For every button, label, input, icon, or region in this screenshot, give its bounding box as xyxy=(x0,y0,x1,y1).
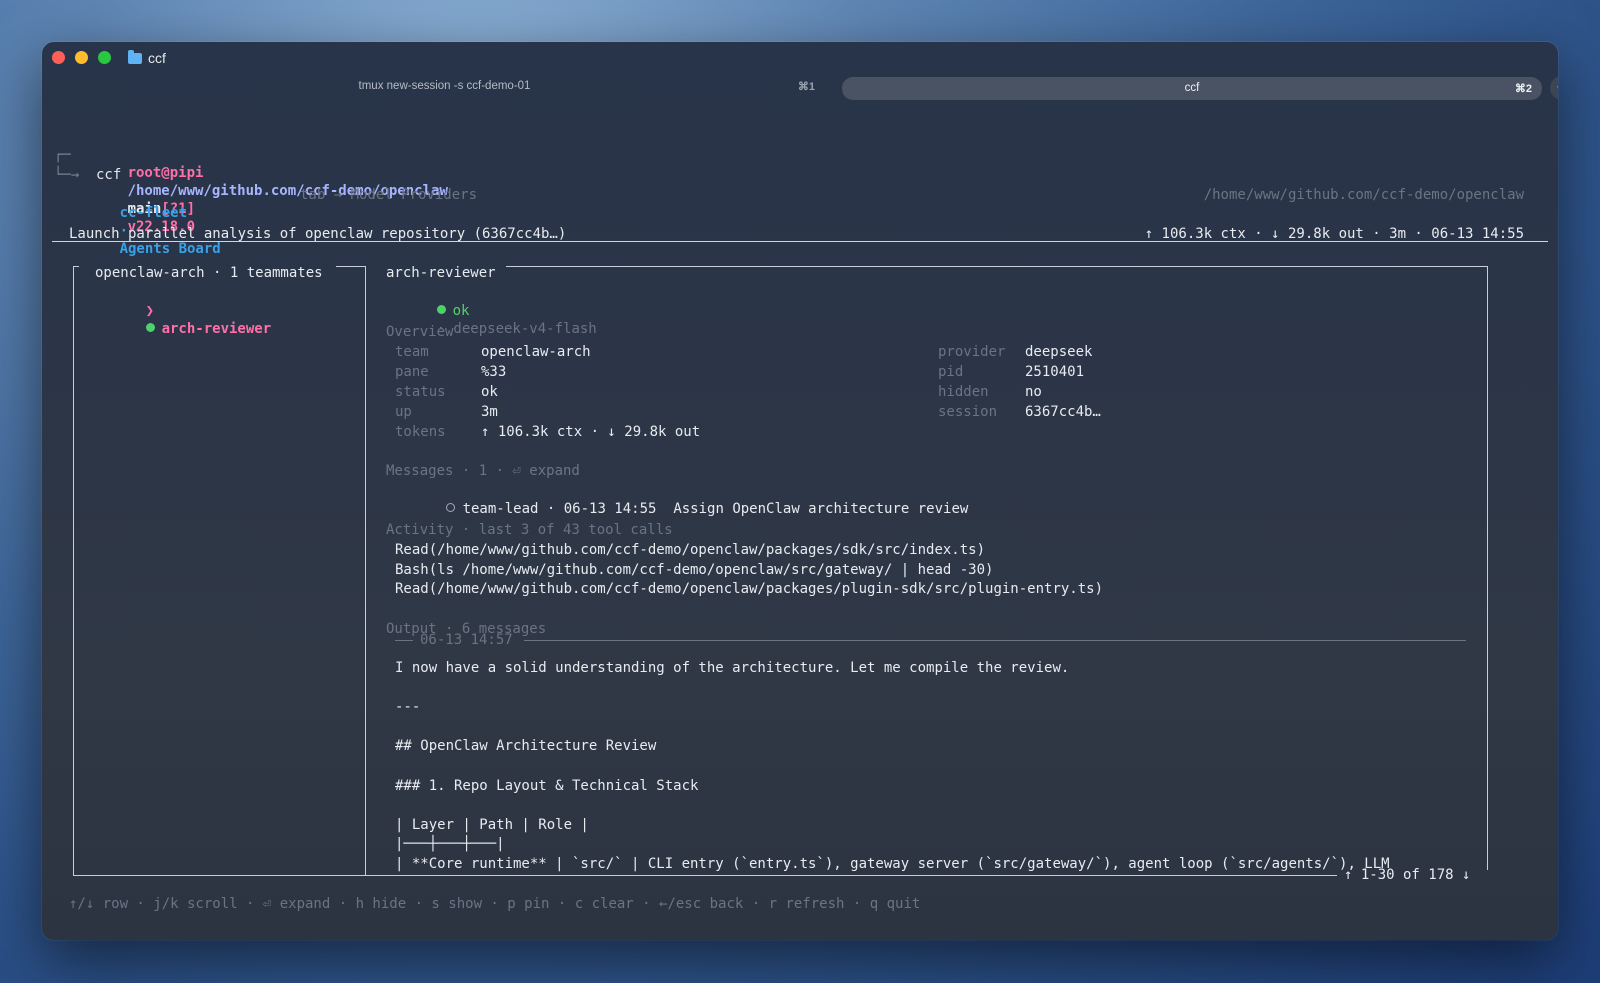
overview-value: 6367cc4b… xyxy=(1025,404,1101,420)
sidebar-border-left xyxy=(73,266,74,875)
terminal-window: ccf tmux new-session -s ccf-demo-01 ⌘1 c… xyxy=(42,42,1558,940)
zoom-button[interactable] xyxy=(98,51,111,64)
overview-value: ↑ 106.3k ctx · ↓ 29.8k out xyxy=(481,424,701,440)
status-dot-icon xyxy=(436,305,446,314)
activity-item: Bash(ls /home/www/github.com/ccf-demo/op… xyxy=(395,562,994,578)
overview-key: pane xyxy=(395,364,429,380)
prompt-corner-bottom: └─→ xyxy=(54,167,80,183)
tab-shortcut: ⌘1 xyxy=(797,81,815,93)
folder-icon xyxy=(128,49,142,64)
activity-item: Read(/home/www/github.com/ccf-demo/openc… xyxy=(395,581,1104,597)
tab-tmux[interactable]: tmux new-session -s ccf-demo-01 ⌘1 xyxy=(56,77,833,97)
sidebar-item-arch-reviewer[interactable]: ❯ arch-reviewer xyxy=(95,284,271,356)
sidebar-border-bottom xyxy=(73,875,365,876)
overview-value: 3m xyxy=(481,404,498,420)
detail-border-right xyxy=(1487,266,1488,870)
agent-status: ok xyxy=(452,303,470,319)
overview-key: tokens xyxy=(395,424,446,440)
prompt-corner-top: ┌─ xyxy=(54,147,71,163)
status-dot-icon xyxy=(145,323,155,332)
window-title: ccf xyxy=(128,49,166,66)
terminal-content[interactable]: ┌─ root@pipi /home/www/github.com/ccf-de… xyxy=(42,100,1558,940)
overview-value: %33 xyxy=(481,364,507,380)
output-timestamp: 06-13 14:57 xyxy=(420,632,513,648)
timestamp-rule xyxy=(395,640,413,641)
sidebar-border xyxy=(336,266,365,267)
keyboard-hints: ↑/↓ row · j/k scroll · ⏎ expand · h hide… xyxy=(69,896,921,912)
overview-key: hidden xyxy=(938,384,989,400)
agent-name: arch-reviewer xyxy=(161,321,272,337)
overview-key: status xyxy=(395,384,446,400)
overview-key: session xyxy=(938,404,998,420)
overview-heading: Overview xyxy=(386,324,454,340)
scroll-position: ↑ 1-30 of 178 ↓ xyxy=(1344,867,1471,883)
overview-key: team xyxy=(395,344,429,360)
pane-divider xyxy=(365,266,366,875)
close-button[interactable] xyxy=(52,51,65,64)
timestamp-rule xyxy=(524,640,1466,641)
tab-ccf[interactable]: ccf ⌘2 xyxy=(842,77,1542,100)
output-line: ### 1. Repo Layout & Technical Stack xyxy=(395,778,699,794)
detail-border-bottom xyxy=(365,875,1337,876)
selection-caret: ❯ xyxy=(145,303,155,319)
detail-border-top xyxy=(506,266,1488,267)
unread-circle-icon xyxy=(445,503,455,512)
overview-value: deepseek xyxy=(1025,344,1093,360)
prompt-user: root@pipi xyxy=(127,165,204,181)
output-line: | Layer | Path | Role | xyxy=(395,817,589,833)
activity-heading: Activity · last 3 of 43 tool calls xyxy=(386,522,673,538)
detail-title: arch-reviewer xyxy=(386,265,496,281)
tab-shortcut: ⌘2 xyxy=(1514,83,1532,95)
team-title: openclaw-arch · 1 teammates xyxy=(95,265,323,281)
overview-key: pid xyxy=(938,364,964,380)
tab-bar: tmux new-session -s ccf-demo-01 ⌘1 ccf ⌘… xyxy=(42,74,1558,100)
message-text: Assign OpenClaw architecture review xyxy=(673,501,969,517)
window-title-text: ccf xyxy=(148,50,166,66)
agents-board-title: Agents Board xyxy=(119,241,221,257)
overview-value: ok xyxy=(481,384,498,400)
overview-value: no xyxy=(1025,384,1042,400)
overview-key: provider xyxy=(938,344,1006,360)
overview-value: openclaw-arch xyxy=(481,344,591,360)
output-line: --- xyxy=(395,699,421,715)
overview-key: up xyxy=(395,404,412,420)
prompt-command: ccf xyxy=(96,167,122,183)
overview-value: 2510401 xyxy=(1025,364,1085,380)
activity-item: Read(/home/www/github.com/ccf-demo/openc… xyxy=(395,542,986,558)
tab-label: tmux new-session -s ccf-demo-01 xyxy=(358,80,531,92)
cwd: /home/www/github.com/ccf-demo/openclaw xyxy=(1203,187,1524,203)
tab-hint[interactable]: tab → Model Providers xyxy=(300,186,477,204)
output-line: |───┼───┼───| xyxy=(395,836,505,852)
tab-label: ccf xyxy=(1184,82,1200,94)
brand: cc-fleet xyxy=(119,205,188,221)
message-from: team-lead · 06-13 14:55 xyxy=(462,501,657,517)
output-line: | **Core runtime** | `src/` | CLI entry … xyxy=(395,856,1390,872)
output-line: ## OpenClaw Architecture Review xyxy=(395,738,657,754)
messages-heading[interactable]: Messages · 1 · ⏎ expand xyxy=(386,462,580,480)
header-divider xyxy=(52,241,1548,242)
title-bar: ccf xyxy=(42,42,1558,74)
new-tab-button[interactable]: + xyxy=(1550,76,1558,100)
minimize-button[interactable] xyxy=(75,51,88,64)
agent-model: · deepseek-v4-flash xyxy=(436,321,597,337)
output-line: I now have a solid understanding of the … xyxy=(395,660,1070,676)
